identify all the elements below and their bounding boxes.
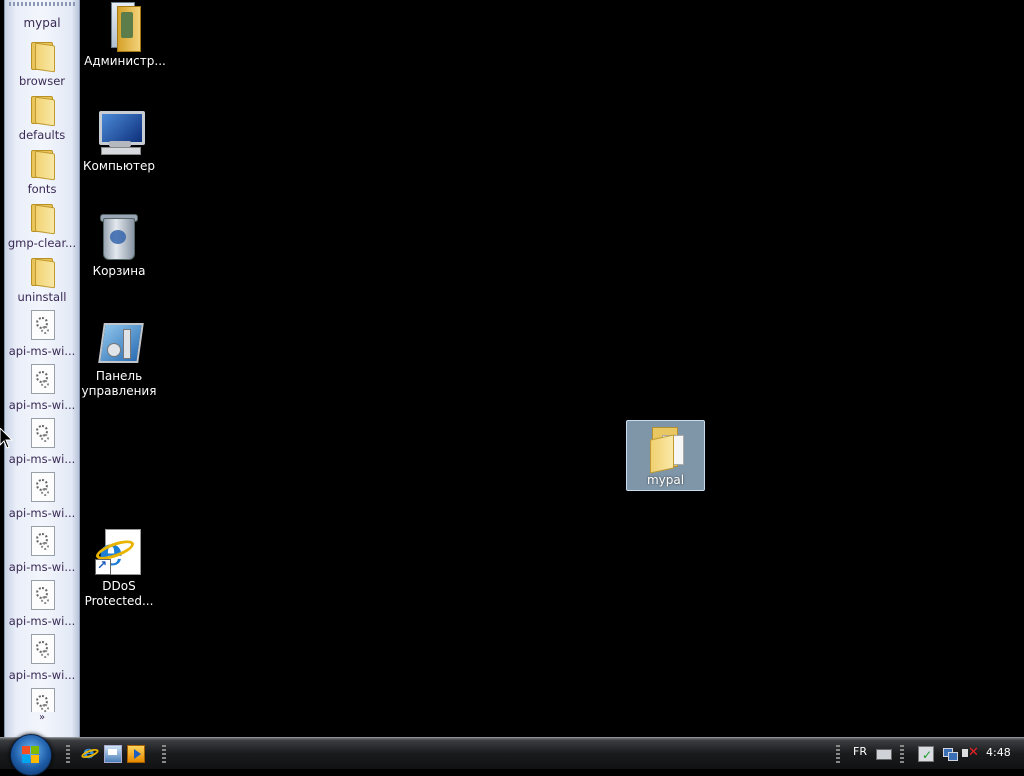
sidebar-item-api-dll[interactable]: api-ms-wi...	[5, 634, 79, 686]
show-desktop-icon[interactable]	[104, 745, 122, 763]
sidebar-item-partial[interactable]	[5, 688, 79, 712]
desktop-icon-label-line1: DDoS	[102, 579, 136, 593]
sidebar-item-label: fonts	[27, 182, 57, 196]
start-button[interactable]	[10, 734, 52, 776]
sidebar-item-label: api-ms-wi...	[8, 452, 76, 466]
taskbar-grip[interactable]	[162, 745, 166, 763]
sidebar-item-label: api-ms-wi...	[8, 398, 76, 412]
desktop-icon-label: mypal	[646, 473, 685, 487]
safely-remove-hardware-icon[interactable]	[918, 746, 934, 762]
sidebar-item-label: api-ms-wi...	[8, 506, 76, 520]
internet-explorer-icon[interactable]: e	[80, 742, 100, 763]
toolbar-title[interactable]: mypal	[5, 16, 79, 30]
network-icon[interactable]	[943, 746, 958, 761]
desktop-icon-label-line1: Панель	[95, 369, 143, 383]
desktop-icon-label: Компьютер	[83, 159, 155, 173]
sidebar-item-uninstall[interactable]: uninstall	[5, 256, 79, 308]
folder-icon	[29, 148, 55, 181]
folder-icon	[646, 425, 686, 474]
desktop-icon-label-line2: управления	[81, 384, 157, 398]
taskbar: e FR ✕ 4:48	[0, 734, 1024, 776]
sidebar-item-api-dll[interactable]: api-ms-wi...	[5, 364, 79, 416]
folder-icon	[29, 40, 55, 73]
sidebar-item-api-dll[interactable]: api-ms-wi...	[5, 526, 79, 578]
admin-tools-folder-icon	[101, 2, 149, 52]
language-indicator[interactable]: FR	[853, 745, 867, 758]
desktop-icon-control-panel[interactable]: Панель управления	[78, 317, 160, 399]
sidebar-item-api-dll[interactable]: api-ms-wi...	[5, 580, 79, 632]
recycle-bin-icon	[95, 212, 143, 260]
control-panel-icon	[95, 317, 144, 365]
desktop-icon-label: Корзина	[92, 264, 146, 278]
sidebar-item-api-dll[interactable]: api-ms-wi...	[5, 310, 79, 362]
dll-file-icon	[31, 580, 55, 610]
desktop-icon-administrator[interactable]: Администр...	[84, 2, 166, 69]
desktop-icon-label: Администр...	[84, 54, 166, 68]
desktop-icon-computer[interactable]: Компьютер	[78, 107, 160, 174]
folder-icon	[29, 94, 55, 127]
folder-icon	[29, 202, 55, 235]
sidebar-item-label: api-ms-wi...	[8, 614, 76, 628]
sidebar-item-label: browser	[18, 74, 65, 88]
dll-file-icon	[31, 472, 55, 502]
volume-muted-icon[interactable]: ✕	[962, 746, 979, 760]
sidebar-item-label: defaults	[18, 128, 66, 142]
computer-icon	[95, 107, 145, 155]
keyboard-icon[interactable]	[876, 749, 892, 760]
sidebar-item-gmp-clearkey[interactable]: gmp-clear...	[5, 202, 79, 254]
taskbar-grip[interactable]	[836, 745, 840, 763]
sidebar-item-fonts[interactable]: fonts	[5, 148, 79, 200]
dll-file-icon	[31, 418, 55, 448]
sidebar-item-label: api-ms-wi...	[8, 344, 76, 358]
clock[interactable]: 4:48	[986, 746, 1011, 759]
sidebar-item-label: uninstall	[17, 290, 67, 304]
windows-start-orb-icon	[22, 746, 40, 764]
dll-file-icon	[31, 364, 55, 394]
sidebar-item-defaults[interactable]: defaults	[5, 94, 79, 146]
internet-explorer-shortcut-icon: e	[93, 527, 143, 575]
desktop-icon-ddos-shortcut[interactable]: e DDoS Protected...	[78, 527, 160, 609]
taskbar-grip[interactable]	[66, 745, 70, 763]
sidebar-item-label: gmp-clear...	[7, 236, 77, 250]
desktop-icon-mypal-selected[interactable]: mypal	[626, 420, 705, 491]
sidebar-item-browser[interactable]: browser	[5, 40, 79, 92]
mypal-folder-toolbar: mypal browser defaults fonts gmp-clear..…	[4, 0, 80, 737]
sidebar-item-label: api-ms-wi...	[8, 560, 76, 574]
taskbar-grip[interactable]	[900, 745, 904, 763]
media-player-icon[interactable]	[127, 745, 145, 763]
dll-file-icon	[31, 310, 55, 340]
folder-icon	[29, 256, 55, 289]
desktop-icon-recycle-bin[interactable]: Корзина	[78, 212, 160, 279]
toolbar-grip[interactable]	[9, 2, 75, 6]
dll-file-icon	[31, 634, 55, 664]
sidebar-item-api-dll[interactable]: api-ms-wi...	[5, 418, 79, 470]
dll-file-icon	[31, 688, 55, 712]
dll-file-icon	[31, 526, 55, 556]
desktop-icon-label-line2: Protected...	[84, 594, 154, 608]
more-items-chevron[interactable]: »	[5, 712, 79, 723]
sidebar-item-label: api-ms-wi...	[8, 668, 76, 682]
sidebar-item-api-dll[interactable]: api-ms-wi...	[5, 472, 79, 524]
